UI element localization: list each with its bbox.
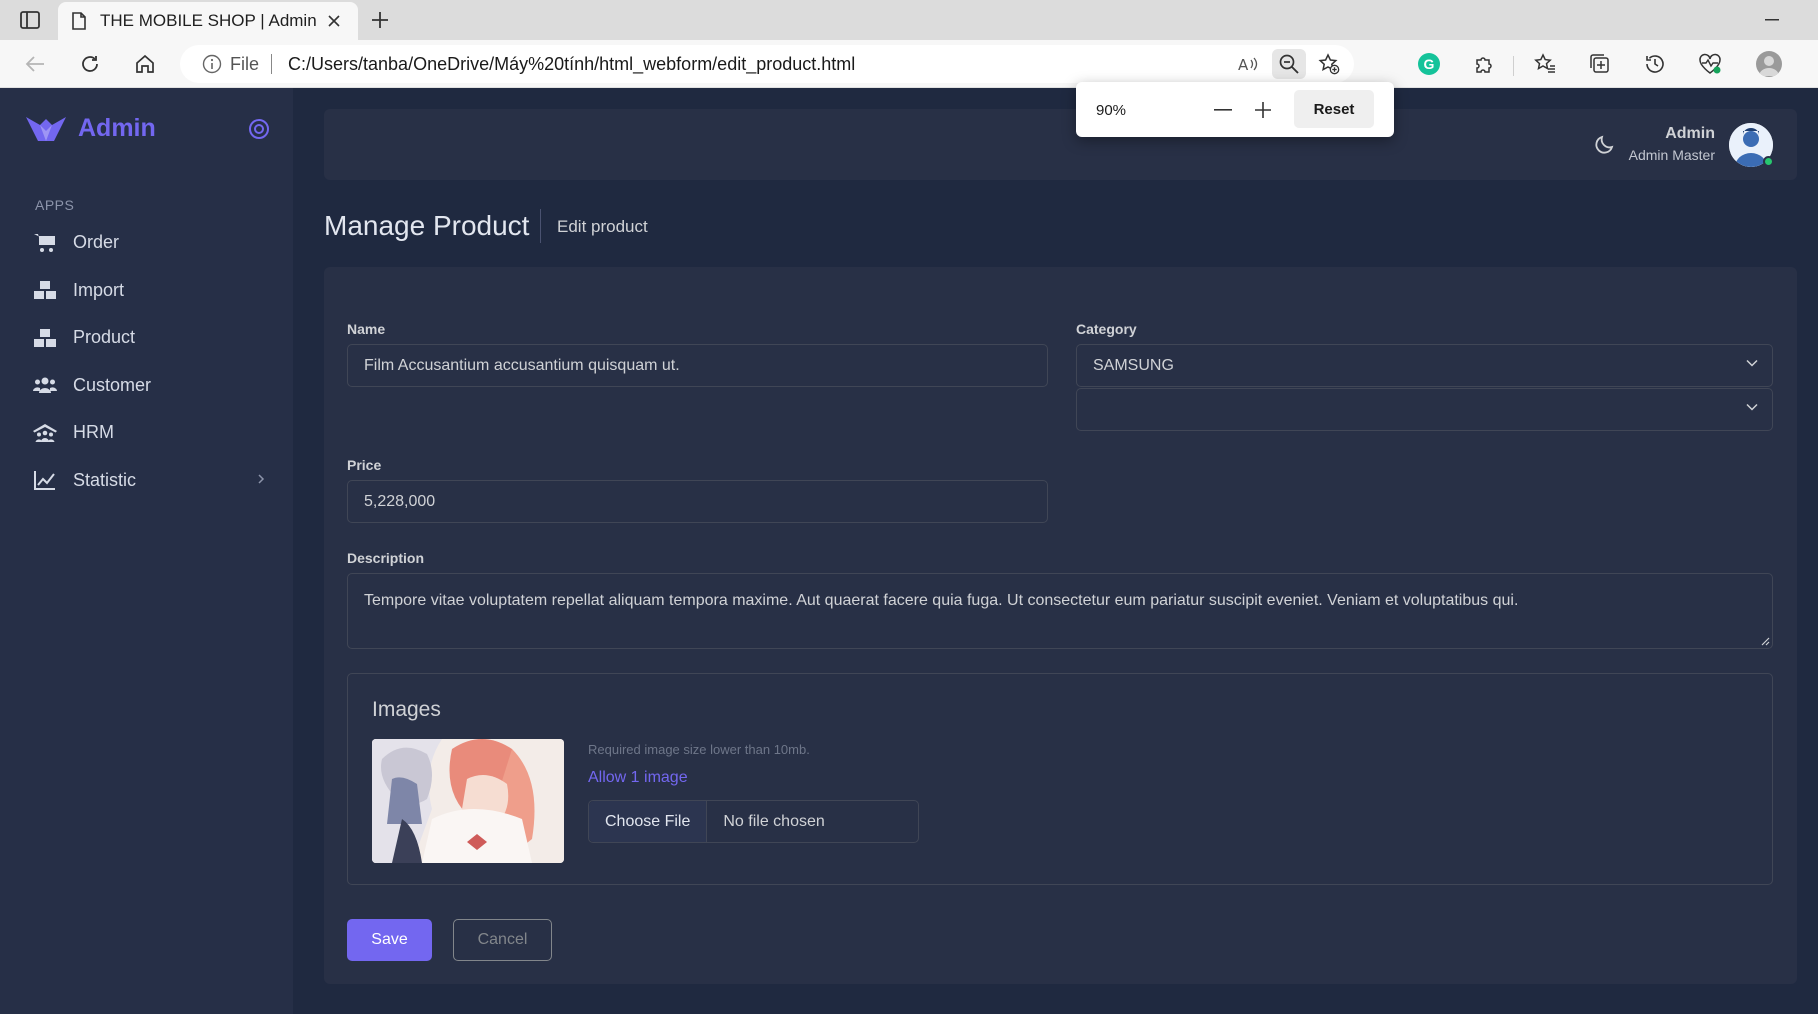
menu-section-header: APPS: [35, 197, 75, 213]
browser-tab-active[interactable]: THE MOBILE SHOP | Admin: [58, 2, 358, 40]
brand-logo-icon: [26, 116, 66, 141]
profile-avatar[interactable]: [1756, 51, 1782, 77]
zoom-popup: 90% Reset: [1076, 82, 1394, 137]
save-button[interactable]: Save: [347, 919, 432, 961]
sidebar-item-customer[interactable]: Customer: [0, 362, 293, 410]
performance-heart-icon[interactable]: [1697, 51, 1723, 77]
people-roof-icon: [33, 421, 57, 445]
sidebar-menu: Order Import Product Customer HRM Statis…: [0, 219, 293, 504]
cancel-button[interactable]: Cancel: [453, 919, 552, 961]
address-scheme: File: [230, 53, 260, 74]
zoom-level: 90%: [1096, 102, 1127, 119]
users-icon: [33, 373, 57, 397]
subcategory-select[interactable]: [1076, 388, 1773, 431]
description-label: Description: [347, 550, 425, 566]
address-url[interactable]: C:/Users/tanba/OneDrive/Máy%20tính/html_…: [288, 54, 855, 75]
favorites-icon[interactable]: [1532, 51, 1558, 77]
page-title: Manage Product: [324, 210, 530, 241]
zoom-out-icon[interactable]: [1272, 49, 1306, 79]
product-image-thumbnail: [372, 739, 564, 863]
svg-text:A: A: [1238, 56, 1249, 73]
zoom-minus-icon[interactable]: [1211, 98, 1235, 122]
category-selected-value: SAMSUNG: [1093, 356, 1174, 374]
chart-line-icon: [33, 468, 57, 492]
category-select[interactable]: SAMSUNG: [1076, 344, 1773, 387]
zoom-reset-button[interactable]: Reset: [1294, 90, 1374, 128]
images-title: Images: [372, 698, 441, 721]
cart-icon: [33, 231, 57, 255]
add-favorite-icon[interactable]: [1312, 49, 1346, 79]
resize-handle-icon[interactable]: [1760, 636, 1770, 646]
sidebar-item-label: Statistic: [73, 469, 137, 490]
user-name[interactable]: Admin: [1665, 125, 1715, 143]
description-textarea[interactable]: Tempore vitae voluptatem repellat aliqua…: [347, 573, 1773, 649]
breadcrumb: Edit product: [557, 217, 648, 236]
sidebar-item-order[interactable]: Order: [0, 219, 293, 267]
refresh-icon[interactable]: [77, 51, 103, 77]
sidebar-item-label: Order: [73, 232, 120, 253]
history-icon[interactable]: [1642, 51, 1668, 77]
sidebar-item-label: HRM: [73, 422, 114, 443]
collections-icon[interactable]: [1587, 51, 1613, 77]
file-input[interactable]: Choose File No file chosen: [588, 800, 919, 843]
document-icon: [72, 12, 86, 30]
edit-product-form: Name Film Accusantium accusantium quisqu…: [324, 267, 1797, 984]
new-tab-icon[interactable]: [368, 8, 392, 32]
user-role: Admin Master: [1628, 147, 1715, 163]
read-aloud-icon[interactable]: A: [1232, 49, 1266, 79]
tab-actions-icon[interactable]: [18, 9, 42, 31]
name-label: Name: [347, 321, 386, 337]
sidebar-item-import[interactable]: Import: [0, 267, 293, 315]
chevron-right-icon: [257, 473, 265, 485]
sidebar-item-hrm[interactable]: HRM: [0, 409, 293, 457]
tab-title: THE MOBILE SHOP | Admin: [100, 11, 317, 30]
name-field[interactable]: Film Accusantium accusantium quisquam ut…: [347, 344, 1048, 387]
sidebar-item-label: Product: [73, 327, 136, 348]
back-arrow-icon[interactable]: [22, 51, 48, 77]
brand-name: Admin: [78, 114, 156, 142]
chevron-down-icon: [1746, 359, 1758, 367]
sidebar-item-label: Import: [73, 279, 125, 300]
boxes-icon: [33, 326, 57, 350]
online-status-badge: [1763, 156, 1774, 167]
toolbar-divider: [1513, 56, 1514, 76]
browser-toolbar: File C:/Users/tanba/OneDrive/Máy%20tính/…: [0, 40, 1818, 88]
images-section: Images Required image size lower than 10…: [347, 673, 1773, 885]
home-icon[interactable]: [132, 51, 158, 77]
image-limit-note: Allow 1 image: [588, 769, 688, 786]
top-navbar: Admin Admin Master: [324, 109, 1797, 180]
price-field[interactable]: 5,228,000: [347, 480, 1048, 523]
chevron-down-icon: [1746, 403, 1758, 411]
category-label: Category: [1076, 321, 1137, 337]
info-icon[interactable]: [202, 54, 222, 74]
extensions-puzzle-icon[interactable]: [1471, 51, 1497, 77]
brand-logo[interactable]: Admin: [26, 114, 156, 143]
sidebar-item-statistic[interactable]: Statistic: [0, 457, 293, 505]
address-bar[interactable]: File C:/Users/tanba/OneDrive/Máy%20tính/…: [180, 45, 1354, 83]
file-status: No file chosen: [723, 812, 825, 830]
close-icon[interactable]: [324, 11, 344, 31]
choose-file-button[interactable]: Choose File: [589, 801, 708, 842]
sidebar: Admin APPS Order Import Product Customer…: [0, 88, 293, 1014]
description-text: Tempore vitae voluptatem repellat aliqua…: [364, 592, 1519, 609]
grammarly-extension-icon[interactable]: G: [1418, 53, 1440, 75]
price-label: Price: [347, 457, 382, 473]
sidebar-item-product[interactable]: Product: [0, 314, 293, 362]
browser-tab-bar: THE MOBILE SHOP | Admin: [0, 0, 1818, 40]
zoom-plus-icon[interactable]: [1251, 98, 1275, 122]
sidebar-toggle-icon[interactable]: [248, 118, 270, 140]
address-divider: [271, 54, 273, 74]
boxes-icon: [33, 278, 57, 302]
moon-icon[interactable]: [1594, 133, 1616, 155]
breadcrumb-divider: [540, 209, 541, 243]
image-size-note: Required image size lower than 10mb.: [588, 742, 810, 757]
sidebar-item-label: Customer: [73, 374, 152, 395]
minimize-icon[interactable]: [1762, 10, 1782, 30]
